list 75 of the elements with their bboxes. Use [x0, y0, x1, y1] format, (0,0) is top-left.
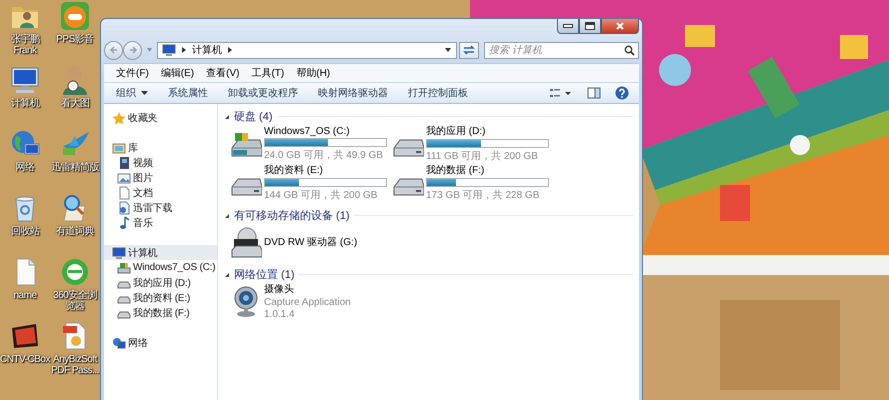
chevron-icon[interactable] [227, 46, 233, 54]
help-icon [615, 86, 629, 100]
address-bar[interactable]: 计算机 [157, 42, 457, 58]
film-icon [117, 156, 131, 170]
close-icon [615, 21, 625, 31]
tree-item[interactable]: 网络 [104, 335, 217, 350]
item-detail: 111 GB 可用，共 200 GB [426, 150, 539, 163]
item-name[interactable]: 我的资料 (E:) [264, 163, 387, 177]
chevron-icon[interactable] [181, 46, 187, 54]
forward-button[interactable] [123, 40, 142, 60]
item-detail: Capture Application [264, 297, 351, 308]
group-header[interactable]: 硬盘 (4) [234, 109, 272, 124]
dvd-drive-icon[interactable] [230, 226, 262, 258]
back-button[interactable] [104, 40, 123, 60]
tree-item[interactable]: 迅雷下载 [104, 200, 217, 215]
tree-item[interactable]: 图片 [104, 170, 217, 185]
back-arrow-icon [108, 45, 118, 55]
collapse-icon[interactable] [224, 212, 230, 218]
drive-icon [117, 260, 131, 274]
collapse-icon[interactable] [224, 114, 230, 120]
dropdown-icon[interactable] [444, 47, 452, 53]
player-icon[interactable] [59, 0, 91, 32]
tree-item[interactable]: 库 [104, 140, 217, 155]
image-icon [117, 170, 131, 184]
menu-item[interactable]: 帮助(H) [290, 66, 336, 80]
menu-item[interactable]: 文件(F) [110, 66, 155, 80]
star-icon [112, 110, 126, 124]
menu-item[interactable]: 工具(T) [245, 66, 290, 80]
preview-pane-icon [587, 87, 601, 99]
music-note-icon [117, 216, 131, 230]
browser-icon[interactable] [59, 256, 91, 288]
library-icon [112, 140, 126, 154]
document-icon [117, 186, 131, 200]
download-icon [117, 200, 131, 214]
item-name[interactable]: DVD RW 驱动器 (G:) [264, 235, 358, 249]
menu-item[interactable]: 编辑(E) [154, 66, 200, 80]
item-name[interactable]: 我的应用 (D:) [426, 124, 549, 138]
monitor-icon [162, 43, 176, 57]
command-button[interactable]: 打开控制面板 [398, 84, 478, 102]
maximize-button[interactable] [579, 19, 601, 34]
tree-item[interactable]: 我的应用 (D:) [104, 275, 217, 290]
group-header[interactable]: 有可移动存储的设备 (1) [234, 208, 350, 223]
breadcrumb-item[interactable]: 计算机 [192, 43, 222, 57]
tree-item[interactable]: 收藏夹 [104, 110, 217, 125]
network-icon [112, 336, 126, 350]
forward-arrow-icon [128, 45, 138, 55]
command-button[interactable]: 组织 [108, 84, 158, 102]
item-name[interactable]: Windows7_OS (C:) [264, 126, 387, 136]
item-detail: 24.0 GB 可用，共 49.9 GB [264, 148, 384, 162]
monitor-icon [112, 246, 126, 260]
refresh-icon [462, 44, 476, 56]
search-field[interactable]: 搜索 计算机 [484, 42, 639, 58]
command-button[interactable]: 系统属性 [158, 84, 218, 102]
tree-item[interactable]: 我的资料 (E:) [104, 290, 217, 305]
command-button[interactable]: 映射网络驱动器 [308, 84, 398, 102]
item-name[interactable]: 摄像头 [264, 282, 351, 296]
tree-item[interactable]: Windows7_OS (C:) [104, 260, 217, 275]
view-list-icon [549, 87, 573, 99]
refresh-button[interactable] [459, 42, 479, 58]
item-detail: 173 GB 可用，共 228 GB [426, 188, 540, 202]
item-name[interactable]: 我的数据 (F:) [426, 163, 549, 177]
menu-item[interactable]: 查看(V) [200, 66, 246, 80]
item-detail: 144 GB 可用，共 200 GB [264, 188, 378, 202]
tree-item[interactable]: 我的数据 (F:) [104, 305, 217, 320]
tree-item[interactable]: 音乐 [104, 215, 217, 230]
item-detail: 1.0.1.4 [264, 309, 296, 320]
group-header[interactable]: 网络位置 (1) [234, 267, 294, 282]
tree-item[interactable]: 视频 [104, 155, 217, 170]
search-icon [624, 44, 635, 56]
minimize-button[interactable] [557, 19, 579, 34]
tree-item[interactable]: 计算机 [104, 245, 217, 260]
command-button[interactable]: 卸载或更改程序 [218, 84, 308, 102]
collapse-icon[interactable] [224, 272, 230, 278]
tree-item[interactable]: 文档 [104, 185, 217, 200]
close-button[interactable] [601, 19, 639, 34]
